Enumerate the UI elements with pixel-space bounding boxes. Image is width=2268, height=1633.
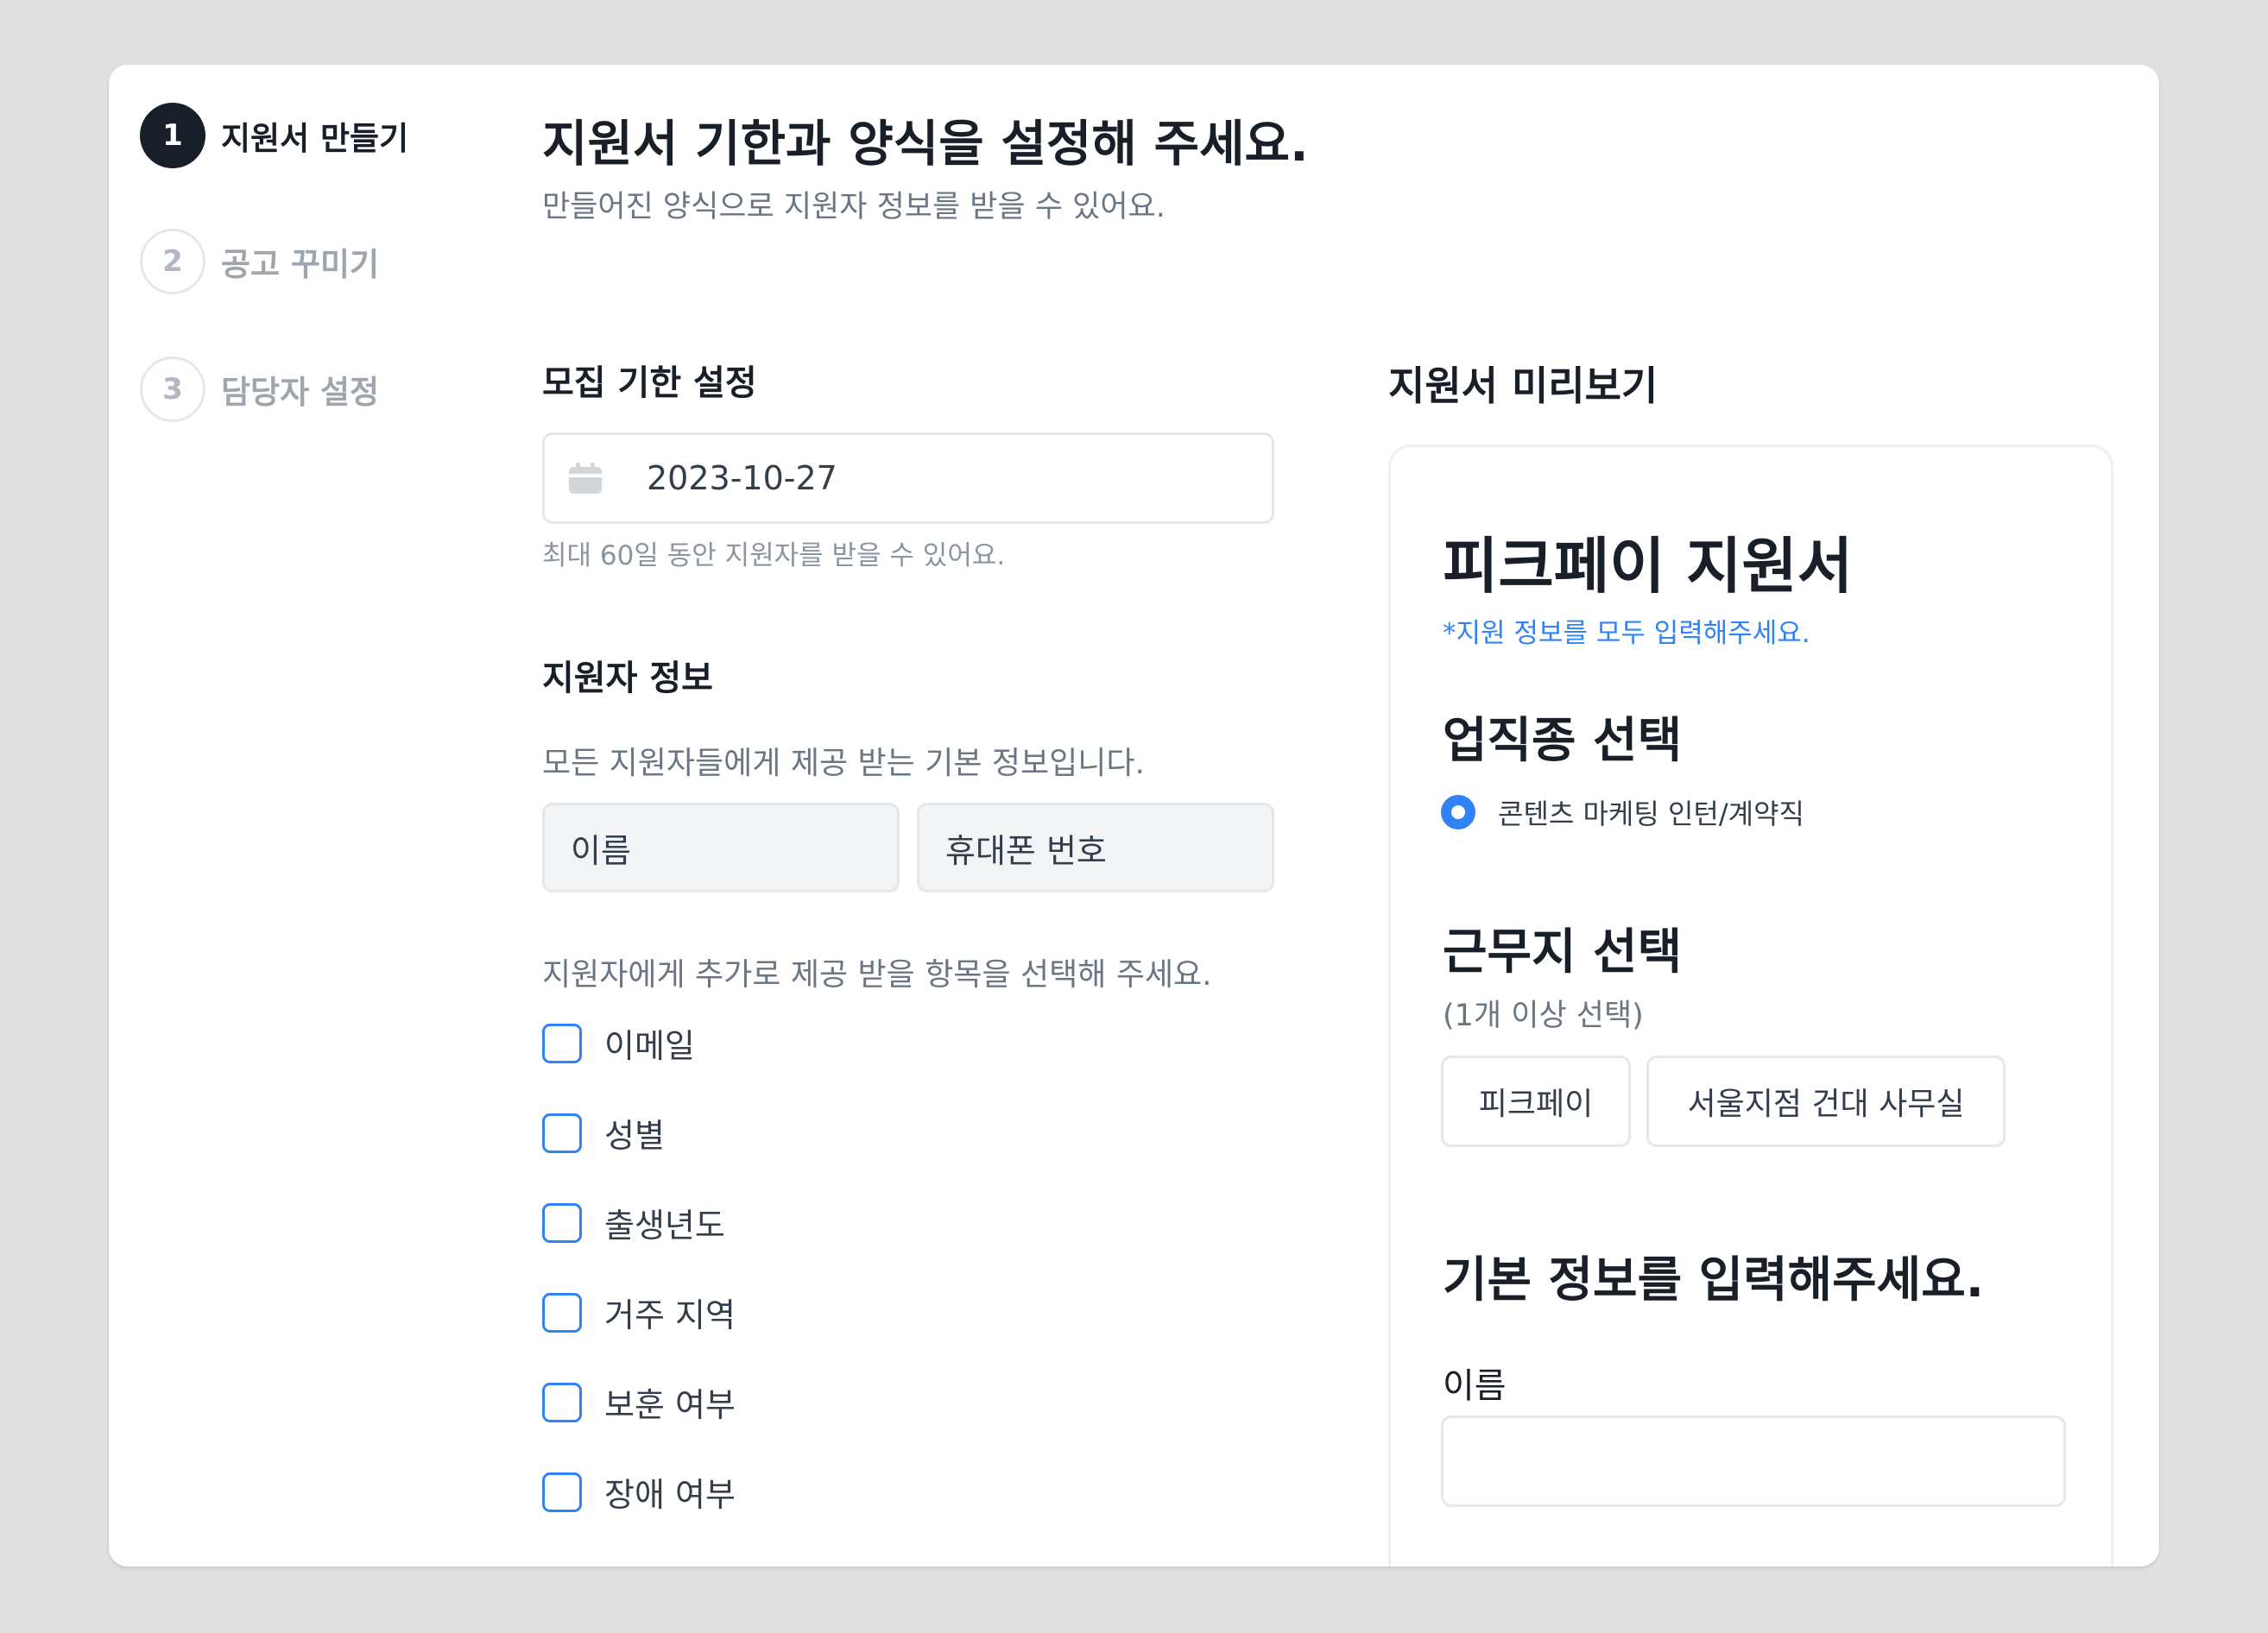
step-3[interactable]: 3 담당자 설정: [140, 356, 379, 422]
application-setup-card: 1 지원서 만들기 2 공고 꾸미기 3 담당자 설정 지원서 기한과 양식을 …: [109, 65, 2159, 1567]
preview-application-title: 피크페이 지원서: [1443, 531, 1854, 602]
page-title: 지원서 기한과 양식을 설정해 주세요.: [542, 116, 1309, 173]
preview-section-title: 지원서 미리보기: [1388, 363, 1658, 409]
gender-label: 성별: [604, 1117, 665, 1155]
option-residence[interactable]: 거주 지역: [542, 1289, 736, 1336]
preview-location-subtext: (1개 이상 선택): [1443, 999, 1644, 1033]
option-gender[interactable]: 성별: [542, 1109, 665, 1157]
job-option-radio[interactable]: [1441, 795, 1475, 829]
email-checkbox[interactable]: [542, 1023, 582, 1063]
location-chip-seoul-office[interactable]: 서울지점 건대 사무실: [1646, 1056, 2006, 1147]
email-label: 이메일: [604, 1027, 695, 1065]
disability-label: 장애 여부: [604, 1476, 736, 1514]
extra-info-description: 지원자에게 추가로 제공 받을 항목을 선택해 주세요.: [542, 957, 1212, 993]
job-option-label: 콘텐츠 마케팅 인턴/계약직: [1498, 798, 1804, 830]
basic-field-phone: 휴대폰 번호: [917, 803, 1274, 892]
option-disability[interactable]: 장애 여부: [542, 1468, 736, 1516]
application-preview-panel: 피크페이 지원서 *지원 정보를 모두 입력해주세요. 업직종 선택 콘텐츠 마…: [1388, 445, 2113, 1567]
preview-location-heading: 근무지 선택: [1443, 924, 1683, 980]
residence-label: 거주 지역: [604, 1296, 736, 1334]
step-1-number: 1: [140, 103, 205, 168]
option-birth-year[interactable]: 출생년도: [542, 1199, 725, 1246]
deadline-helper-text: 최대 60일 동안 지원자를 받을 수 있어요.: [542, 540, 1006, 571]
birth-year-label: 출생년도: [604, 1207, 725, 1245]
gender-checkbox[interactable]: [542, 1113, 582, 1153]
basic-field-name: 이름: [542, 803, 900, 892]
step-3-label: 담당자 설정: [221, 374, 380, 411]
step-1-label: 지원서 만들기: [221, 120, 409, 157]
step-2-number: 2: [140, 229, 205, 294]
calendar-icon: [569, 463, 602, 494]
step-1[interactable]: 1 지원서 만들기: [140, 103, 408, 168]
basic-info-description: 모든 지원자들에게 제공 받는 기본 정보입니다.: [542, 746, 1145, 781]
veteran-checkbox[interactable]: [542, 1382, 582, 1422]
veteran-label: 보훈 여부: [604, 1386, 736, 1424]
location-chip-peakpay[interactable]: 피크페이: [1441, 1056, 1631, 1147]
deadline-date-value: 2023-10-27: [647, 459, 837, 497]
applicant-info-section-title: 지원자 정보: [542, 659, 713, 698]
step-2[interactable]: 2 공고 꾸미기: [140, 229, 379, 294]
option-email[interactable]: 이메일: [542, 1019, 695, 1067]
step-3-number: 3: [140, 356, 205, 422]
preview-basic-info-heading: 기본 정보를 입력해주세요.: [1443, 1252, 1984, 1308]
residence-checkbox[interactable]: [542, 1292, 582, 1333]
preview-required-notice: *지원 정보를 모두 입력해주세요.: [1443, 618, 1810, 649]
deadline-date-input[interactable]: 2023-10-27: [542, 432, 1274, 524]
disability-checkbox[interactable]: [542, 1472, 582, 1512]
preview-job-heading: 업직종 선택: [1443, 713, 1683, 769]
preview-job-option[interactable]: 콘텐츠 마케팅 인턴/계약직: [1441, 792, 1804, 832]
deadline-section-title: 모집 기한 설정: [542, 363, 757, 403]
birth-year-checkbox[interactable]: [542, 1202, 582, 1243]
preview-name-label: 이름: [1443, 1366, 1507, 1406]
page-subtitle: 만들어진 양식으로 지원자 정보를 받을 수 있어요.: [542, 190, 1166, 224]
option-veteran[interactable]: 보훈 여부: [542, 1378, 736, 1426]
step-2-label: 공고 꾸미기: [221, 246, 380, 283]
preview-name-input[interactable]: [1441, 1415, 2066, 1507]
